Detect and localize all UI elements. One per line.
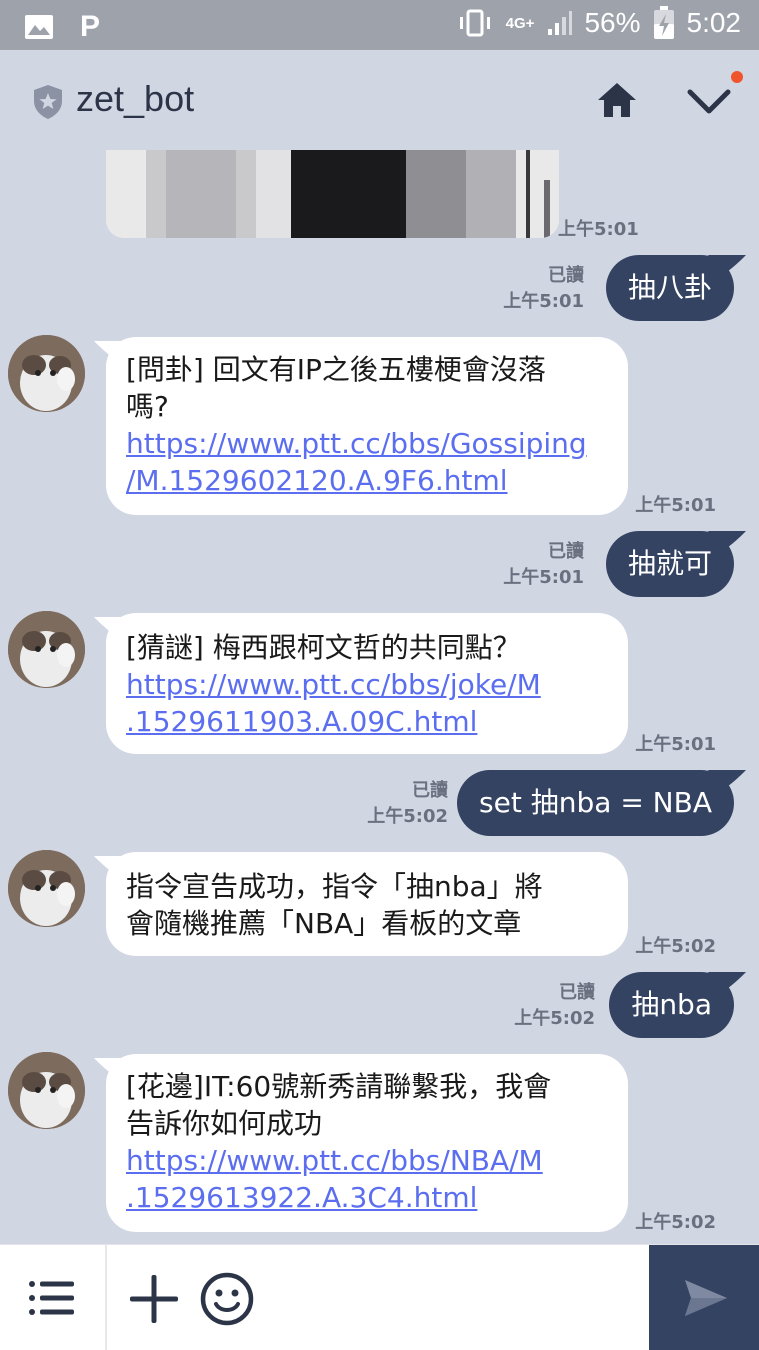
- message-text: 會隨機推薦「NBA」看板的文章: [126, 907, 522, 940]
- send-icon: [685, 1280, 727, 1316]
- message-text: [問卦] 回文有IP之後五樓梗會沒落: [126, 353, 546, 386]
- read-receipt: 已讀: [548, 265, 584, 286]
- outgoing-bubble[interactable]: 抽八卦: [605, 255, 746, 321]
- bubble-tail: [708, 972, 746, 992]
- chat-area[interactable]: 上午5:01 已讀 上午5:01 抽八卦 [問卦] 回文有IP之後五樓梗會沒落 …: [0, 150, 759, 1244]
- avatar[interactable]: [8, 335, 85, 412]
- message-time: 上午5:02: [635, 1212, 716, 1233]
- cat-avatar-image: [8, 611, 85, 688]
- photo-thumbnail: [106, 150, 559, 238]
- signal-icon: [548, 11, 573, 35]
- message-link[interactable]: https://www.ptt.cc/bbs/NBA/M: [126, 1142, 608, 1179]
- shield-icon: [34, 85, 62, 119]
- outgoing-bubble[interactable]: 抽就可: [605, 531, 746, 597]
- avatar[interactable]: [8, 850, 85, 927]
- avatar[interactable]: [8, 1052, 85, 1129]
- image-icon: [25, 15, 53, 39]
- message-text: set 抽nba = NBA: [479, 786, 712, 819]
- message-time: 上午5:01: [635, 734, 716, 755]
- bubble-tail: [708, 770, 746, 790]
- message-time: 上午5:01: [503, 567, 584, 588]
- chevron-down-icon[interactable]: [686, 86, 732, 118]
- chat-header: zet_bot: [0, 50, 759, 150]
- plus-icon[interactable]: [128, 1273, 180, 1325]
- message-text: 指令宣告成功，指令「抽nba」將: [126, 870, 543, 903]
- vibrate-icon: [459, 9, 490, 37]
- read-receipt: 已讀: [412, 780, 448, 801]
- message-text: 告訴你如何成功: [126, 1107, 323, 1140]
- cat-avatar-image: [8, 850, 85, 927]
- incoming-bubble[interactable]: [問卦] 回文有IP之後五樓梗會沒落 嗎? https://www.ptt.cc…: [94, 337, 628, 515]
- message-link[interactable]: /M.1529602120.A.9F6.html: [126, 462, 608, 499]
- avatar[interactable]: [8, 611, 85, 688]
- bubble-tail: [708, 255, 746, 275]
- chat-title[interactable]: zet_bot: [76, 78, 194, 120]
- menu-icon[interactable]: [28, 1279, 76, 1317]
- cat-avatar-image: [8, 335, 85, 412]
- input-divider: [105, 1245, 107, 1350]
- cat-avatar-image: [8, 1052, 85, 1129]
- home-icon[interactable]: [596, 80, 638, 120]
- message-time: 上午5:01: [635, 495, 716, 516]
- message-text: 抽八卦: [627, 271, 712, 304]
- message-link[interactable]: https://www.ptt.cc/bbs/Gossiping: [126, 425, 608, 462]
- incoming-bubble[interactable]: [猜謎] 梅西跟柯文哲的共同點？ https://www.ptt.cc/bbs/…: [94, 613, 628, 754]
- bubble-tail: [94, 617, 132, 637]
- battery-percent: 56%: [584, 7, 641, 38]
- read-receipt: 已讀: [559, 982, 595, 1003]
- status-time: 5:02: [686, 7, 742, 38]
- bubble-tail: [94, 341, 132, 361]
- input-bar: [0, 1244, 759, 1350]
- bubble-tail: [708, 531, 746, 551]
- outgoing-bubble[interactable]: 抽nba: [609, 972, 746, 1038]
- message-link[interactable]: .1529611903.A.09C.html: [126, 703, 608, 740]
- read-receipt: 已讀: [548, 541, 584, 562]
- message-time: 上午5:01: [558, 219, 639, 240]
- message-time: 上午5:02: [367, 806, 448, 827]
- send-button[interactable]: [649, 1245, 759, 1350]
- message-text: 抽就可: [627, 547, 712, 580]
- smile-icon[interactable]: [200, 1272, 254, 1326]
- incoming-bubble[interactable]: [花邊]IT:60號新秀請聯繫我，我會 告訴你如何成功 https://www.…: [94, 1054, 628, 1232]
- bubble-tail: [94, 856, 132, 876]
- outgoing-bubble[interactable]: set 抽nba = NBA: [457, 770, 746, 836]
- network-type: 4G+: [505, 14, 535, 32]
- message-time: 上午5:01: [503, 291, 584, 312]
- status-bar-right: 4G+ 56% 5:02: [456, 6, 741, 40]
- battery-charging-icon: [653, 6, 674, 39]
- incoming-bubble[interactable]: 指令宣告成功，指令「抽nba」將 會隨機推薦「NBA」看板的文章: [94, 852, 628, 956]
- message-text: 抽nba: [631, 988, 712, 1021]
- p-app-icon: P: [80, 10, 101, 43]
- bubble-tail: [94, 1058, 132, 1078]
- status-bar: P 4G+ 56% 5:02: [0, 0, 759, 50]
- message-text: 嗎?: [126, 390, 169, 423]
- message-time: 上午5:02: [635, 936, 716, 957]
- message-link[interactable]: https://www.ptt.cc/bbs/joke/M: [126, 666, 608, 703]
- message-time: 上午5:02: [514, 1008, 595, 1029]
- image-message[interactable]: [106, 150, 559, 238]
- status-bar-left: P: [24, 10, 100, 44]
- message-text: [花邊]IT:60號新秀請聯繫我，我會: [126, 1070, 552, 1103]
- message-text: [猜謎] 梅西跟柯文哲的共同點？: [126, 631, 521, 664]
- notification-dot: [731, 71, 743, 83]
- message-link[interactable]: .1529613922.A.3C4.html: [126, 1179, 608, 1216]
